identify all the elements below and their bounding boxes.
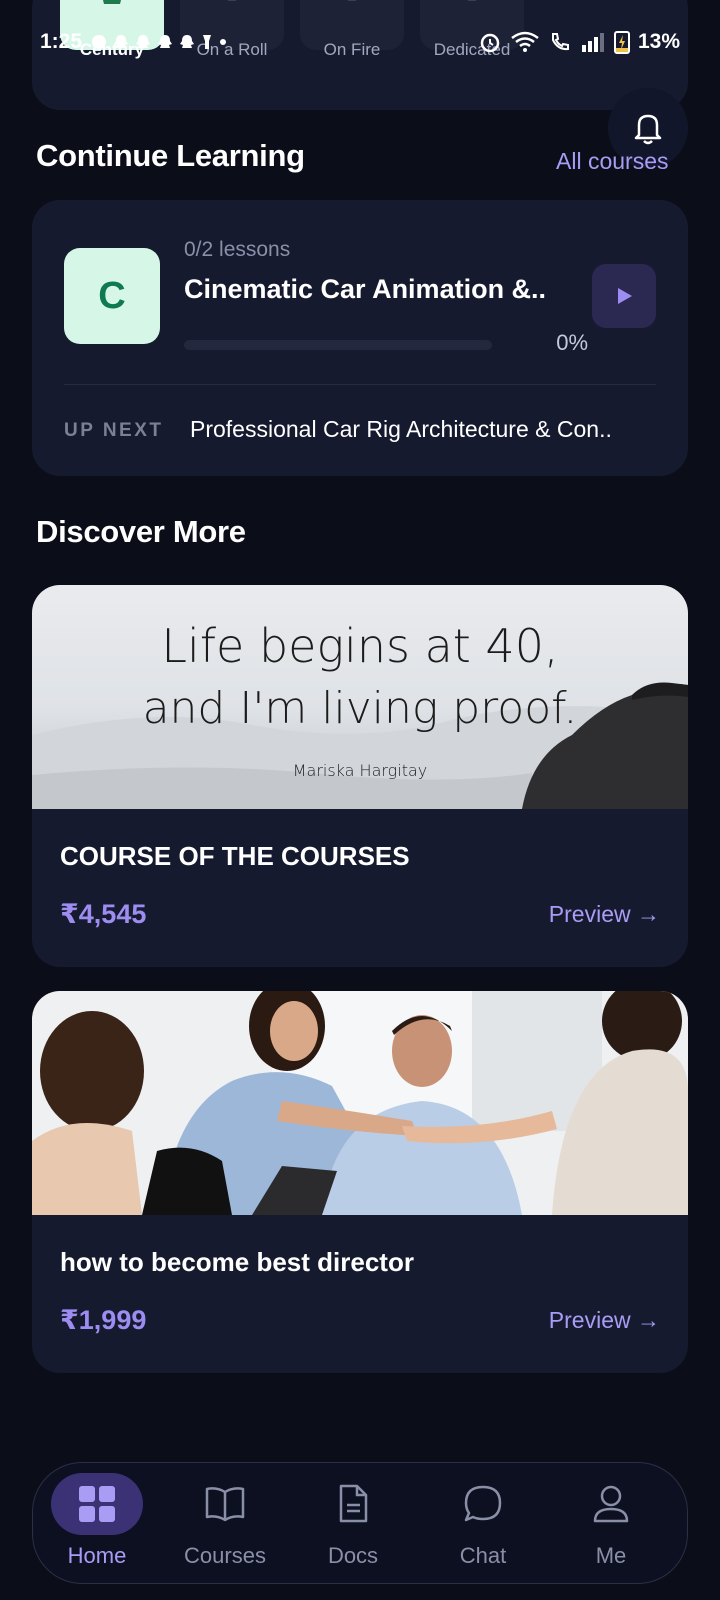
progress-percent: 0% [556,330,588,355]
quote-image: Life begins at 40, and I'm living proof.… [32,585,688,809]
course-price: ₹4,545 [60,899,147,929]
nav-chat[interactable]: Chat [423,1473,543,1577]
quote-author: Mariska Hargitay [292,761,428,780]
course-title: how to become best director [60,1247,414,1277]
course-title: COURSE OF THE COURSES [60,841,410,871]
nav-courses[interactable]: Courses [165,1473,285,1577]
continue-learning-heading: Continue Learning [36,138,305,173]
document-icon [339,1484,368,1523]
snapchat-icon [114,35,129,48]
status-time: 1:25 [40,30,83,53]
battery-charging-icon [613,31,630,54]
book-icon [205,1487,245,1522]
signal-icon [581,33,604,52]
up-next-label: UP NEXT [64,420,164,441]
play-button[interactable] [592,264,656,328]
business-handshake-photo [32,991,688,1215]
preview-link[interactable]: Preview → [549,901,660,928]
play-icon [618,288,632,304]
quote-line-2: and I'm living proof. [142,683,578,734]
all-courses-link[interactable]: All courses [556,148,684,175]
up-next-lesson[interactable]: Professional Car Rig Architecture & Con.… [190,416,660,443]
course-thumbnail: C [64,248,160,344]
wifi-call-icon [551,33,569,51]
battery-percent: 13% [637,30,680,53]
alarm-icon [480,33,500,53]
nav-label: Docs [327,1543,379,1568]
course-card[interactable]: Life begins at 40, and I'm living proof.… [32,585,688,967]
trophy-icon [103,0,121,4]
trophy-icon [228,0,236,1]
lesson-count: 0/2 lessons [184,238,291,261]
more-dot-icon [220,39,227,45]
grid-icon [79,1486,115,1522]
snapchat-icon [180,35,195,48]
nav-label: Courses [184,1543,266,1568]
status-bar: 1:25 13% [0,22,720,62]
course-price: ₹1,999 [60,1305,147,1335]
preview-link[interactable]: Preview → [549,1307,660,1334]
course-progress-bar [184,340,492,350]
flashlight-icon [203,35,212,49]
quote-line-1: Life begins at 40, [161,619,559,673]
nav-home[interactable]: Home [37,1473,157,1577]
bottom-navigation: Home Courses Docs Chat Me [32,1462,688,1584]
continue-learning-card[interactable]: C 0/2 lessons Cinematic Car Animation &.… [32,200,688,476]
nav-label: Chat [459,1543,507,1568]
course-title: Cinematic Car Animation &.. [184,274,547,304]
nav-label: Home [67,1543,127,1568]
course-card[interactable]: how to become best director ₹1,999 Previ… [32,991,688,1373]
trophy-icon [348,0,356,1]
nav-label: Me [595,1543,627,1568]
wifi-icon [511,31,539,52]
divider [64,384,656,385]
snapchat-icon [158,35,173,48]
chat-bubble-icon [464,1485,502,1522]
nav-me[interactable]: Me [551,1473,671,1577]
snapchat-icon [136,35,151,48]
discover-more-heading: Discover More [36,514,246,549]
office-photo [32,991,688,1215]
user-icon [593,1485,629,1523]
notification-app-icon [92,35,107,49]
notification-icons [90,33,228,51]
nav-docs[interactable]: Docs [293,1473,413,1577]
bell-icon [634,114,662,145]
trophy-icon [468,0,476,1]
